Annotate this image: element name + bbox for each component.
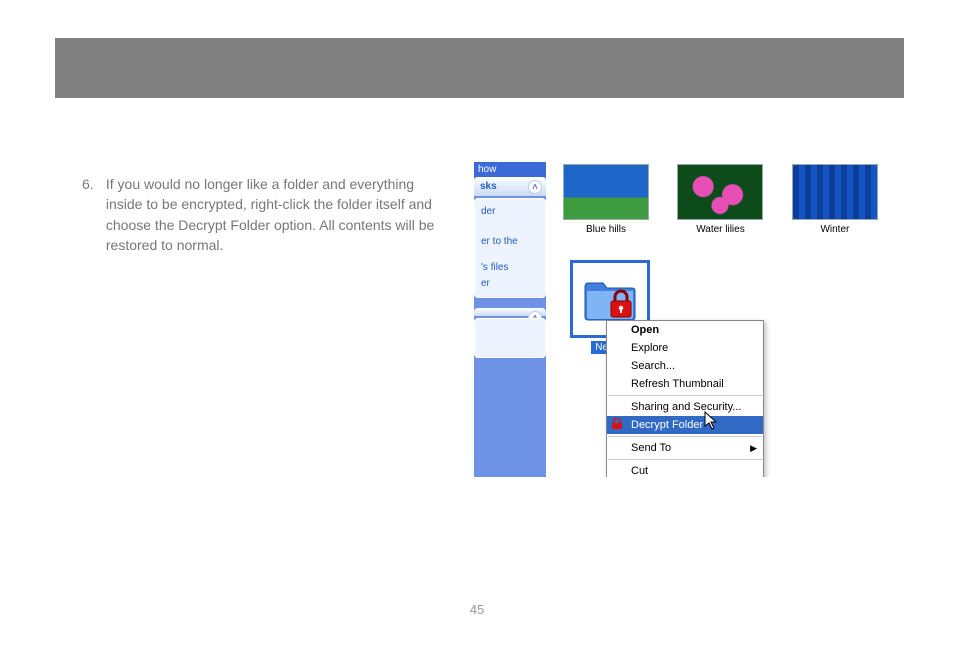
context-menu: Open Explore Search... Refresh Thumbnail… [606, 320, 764, 477]
menu-separator [608, 459, 762, 460]
thumbnail-label: Water lilies [696, 224, 745, 235]
sidebar-link[interactable]: er [481, 275, 543, 291]
header-bar [55, 38, 904, 98]
menu-item-open[interactable]: Open [607, 321, 763, 339]
page-number: 45 [0, 602, 954, 617]
menu-item-refresh-thumbnail[interactable]: Refresh Thumbnail [607, 375, 763, 393]
sidebar-link-slideshow[interactable]: how [474, 162, 546, 177]
submenu-arrow-icon: ▶ [750, 443, 757, 454]
step-number: 6. [82, 174, 102, 194]
menu-item-explore[interactable]: Explore [607, 339, 763, 357]
step-text: If you would no longer like a folder and… [106, 174, 446, 255]
image-thumb-icon [677, 164, 763, 220]
sidebar-panel-tasks: der er to the 's files er [474, 198, 546, 298]
menu-item-cut[interactable]: Cut [607, 462, 763, 477]
sidebar-panel-other [474, 318, 546, 358]
menu-item-search[interactable]: Search... [607, 357, 763, 375]
instruction-step: 6. If you would no longer like a folder … [82, 174, 452, 255]
sidebar-link[interactable]: er to the [481, 233, 543, 249]
encrypted-folder-icon [583, 277, 637, 321]
menu-item-label: Decrypt Folder [631, 419, 703, 431]
sidebar-link[interactable]: 's files [481, 259, 543, 275]
explorer-screenshot: how sks ˄ der er to the 's files er ˄ Bl… [474, 162, 904, 477]
sidebar-section-tasks[interactable]: sks ˄ [474, 177, 546, 196]
menu-item-sharing[interactable]: Sharing and Security... [607, 398, 763, 416]
sidebar-section-other[interactable]: ˄ [474, 308, 546, 316]
sidebar-link[interactable]: der [481, 203, 543, 219]
thumbnail-row: Blue hills Water lilies Winter [556, 164, 904, 235]
sidebar-section-label: sks [480, 181, 497, 192]
thumbnail-label: Winter [820, 224, 849, 235]
menu-separator [608, 395, 762, 396]
cursor-icon [704, 411, 719, 431]
thumbnail-label: Blue hills [586, 224, 626, 235]
image-thumb-icon [563, 164, 649, 220]
thumbnail-winter[interactable]: Winter [785, 164, 885, 235]
thumbnail-bluehills[interactable]: Blue hills [556, 164, 656, 235]
menu-item-decrypt-folder[interactable]: Decrypt Folder [607, 416, 763, 434]
menu-item-send-to[interactable]: Send To ▶ [607, 439, 763, 457]
image-thumb-icon [792, 164, 878, 220]
lock-icon [611, 418, 625, 432]
menu-item-label: Send To [631, 442, 671, 454]
menu-separator [608, 436, 762, 437]
chevron-up-icon[interactable]: ˄ [528, 180, 542, 194]
thumbnail-waterlilies[interactable]: Water lilies [670, 164, 770, 235]
xp-task-sidebar: how sks ˄ der er to the 's files er ˄ [474, 162, 546, 477]
